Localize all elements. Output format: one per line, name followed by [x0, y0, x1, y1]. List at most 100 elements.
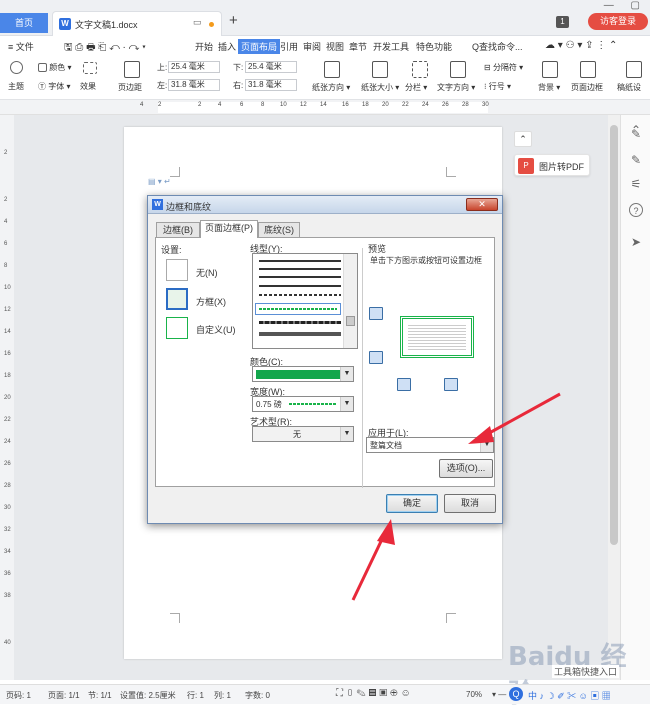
bottom-margin-input[interactable]: 25.4 毫米 [245, 61, 297, 73]
monitor-icon[interactable]: ▭ [193, 17, 202, 28]
scrollbar-thumb[interactable] [610, 125, 618, 545]
art-dropdown[interactable]: 无 ▼ [252, 426, 354, 442]
menu-insert[interactable]: 插入 [218, 40, 236, 53]
menu-special[interactable]: 特色功能 [416, 40, 452, 53]
page-border-button[interactable]: 页面边框 [571, 82, 603, 93]
line-style-item[interactable] [259, 294, 341, 296]
zoom-level[interactable]: 70% [466, 690, 482, 699]
effects-button[interactable]: 效果 [80, 81, 96, 92]
top-border-button[interactable] [369, 307, 383, 320]
menu-page-layout[interactable]: 页面布局 [238, 39, 281, 54]
paste-options-icon[interactable]: ▤ ▾ ↵ [148, 177, 171, 186]
document-tab[interactable]: W 文字文稿1.docx ▭ [52, 11, 222, 36]
line-style-item[interactable] [259, 285, 341, 287]
help-icon[interactable]: ? [629, 203, 643, 217]
quick-access-icons[interactable]: 🖫 ⎙ 🖶 ⎗ ↶ · ↷ ▾ [64, 40, 146, 57]
vertical-ruler[interactable]: 2 2 4 6 8 10 12 14 16 18 20 22 24 26 28 … [0, 115, 14, 680]
page-indicator[interactable]: 1 [556, 16, 569, 28]
horizontal-ruler[interactable]: 4 2 2 4 6 8 10 12 14 16 18 20 22 24 26 2… [0, 100, 650, 115]
new-tab-button[interactable]: + [229, 12, 238, 29]
breaks-button[interactable]: ⊟ 分隔符 ▾ [484, 62, 523, 73]
apply-to-dropdown[interactable]: 整篇文档 ▼ [366, 437, 494, 453]
restore-icon[interactable]: ▢ [631, 0, 640, 11]
effects-icon[interactable] [83, 62, 97, 74]
columns-button[interactable]: 分栏 ▾ [405, 82, 427, 93]
minimize-icon[interactable]: — [604, 0, 614, 11]
menu-review[interactable]: 审阅 [303, 40, 321, 53]
text-direction-button[interactable]: 文字方向 ▾ [437, 82, 475, 93]
page-border-icon[interactable] [580, 61, 596, 78]
options-button[interactable]: 选项(O)... [439, 459, 493, 478]
setting-custom-icon[interactable] [166, 317, 188, 339]
baidu-ime-icon[interactable]: Q [509, 687, 523, 701]
line-style-item[interactable] [259, 321, 341, 324]
view-mode-icons[interactable]: ⛶ ▯ ✎ ▤ ▣ ⊕ ☺ [336, 688, 411, 699]
tab-page-border[interactable]: 页面边框(P) [200, 220, 258, 238]
line-style-item[interactable] [259, 332, 341, 336]
pen-icon[interactable]: ✎ [629, 127, 643, 141]
file-menu[interactable]: ≡ 文件 [8, 40, 34, 53]
background-button[interactable]: 背景 ▾ [538, 82, 560, 93]
vertical-scrollbar[interactable] [608, 115, 620, 680]
line-numbers-button[interactable]: ⁝ 行号 ▾ [484, 81, 511, 92]
setting-custom-label[interactable]: 自定义(U) [196, 323, 236, 336]
line-style-item[interactable] [259, 268, 341, 270]
margins-icon[interactable] [124, 61, 140, 78]
theme-button[interactable]: 主题 [8, 81, 24, 92]
orientation-button[interactable]: 纸张方向 ▾ [312, 82, 350, 93]
cloud-share-icons[interactable]: ☁ ▾ ⚇ ▾ ⇪ ⋮ ⌃ [545, 40, 617, 51]
menu-references[interactable]: 引用 [280, 40, 298, 53]
theme-icon[interactable] [10, 61, 23, 74]
orientation-icon[interactable] [324, 61, 340, 78]
paper-grid-button[interactable]: 稿纸设 [617, 82, 641, 93]
fonts-button[interactable]: Ⓣ 字体 ▾ [38, 81, 70, 92]
colors-button[interactable]: 颜色 ▾ [38, 62, 71, 73]
visitor-login-button[interactable]: 访客登录 [588, 13, 648, 30]
line-style-item[interactable] [259, 260, 341, 262]
search-command[interactable]: Q查找命令... [472, 40, 523, 53]
line-style-scroll-thumb[interactable] [346, 316, 355, 326]
collapse-button[interactable]: ⌃ [514, 131, 532, 147]
adjust-icon[interactable]: ⚟ [629, 177, 643, 191]
paper-grid-icon[interactable] [626, 61, 642, 78]
cancel-button[interactable]: 取消 [444, 494, 496, 513]
line-style-item[interactable] [259, 276, 341, 278]
menu-developer[interactable]: 开发工具 [373, 40, 409, 53]
image-to-pdf-button[interactable]: P 图片转PDF [514, 154, 590, 176]
line-style-selected[interactable] [255, 303, 341, 315]
color-dropdown[interactable]: ▼ [252, 366, 354, 382]
setting-none-icon[interactable] [166, 259, 188, 281]
left-margin-input[interactable]: 31.8 毫米 [168, 79, 220, 91]
bottom-border-button[interactable] [369, 351, 383, 364]
dialog-close-button[interactable]: ✕ [466, 198, 498, 211]
dialog-title-bar[interactable]: W 边框和底纹 ✕ [148, 196, 502, 214]
home-tab[interactable]: 首页 [0, 13, 48, 33]
paper-size-icon[interactable] [372, 61, 388, 78]
ime-toolbar-icons[interactable]: 中 ♪ ☽ ✐ ✂ ☺ ▣ ▦ [528, 689, 611, 702]
columns-icon[interactable] [412, 61, 428, 78]
tab-shading[interactable]: 底纹(S) [258, 222, 300, 237]
top-margin-input[interactable]: 25.4 毫米 [168, 61, 220, 73]
setting-none-label[interactable]: 无(N) [196, 266, 218, 279]
cursor-icon[interactable]: ➤ [629, 235, 643, 249]
setting-box-label[interactable]: 方框(X) [196, 295, 226, 308]
zoom-out-icon[interactable]: ▾ — [492, 690, 506, 699]
border-preview[interactable] [400, 316, 474, 358]
right-border-button[interactable] [444, 378, 458, 391]
width-dropdown[interactable]: 0.75 磅 ▼ [252, 396, 354, 412]
setting-box-icon[interactable] [166, 288, 188, 310]
right-margin-input[interactable]: 31.8 毫米 [245, 79, 297, 91]
line-style-scrollbar[interactable] [343, 254, 357, 348]
line-style-list[interactable] [252, 253, 358, 349]
ok-button[interactable]: 确定 [386, 494, 438, 513]
menu-start[interactable]: 开始 [195, 40, 213, 53]
left-border-button[interactable] [397, 378, 411, 391]
status-words[interactable]: 字数: 0 [245, 690, 270, 701]
text-direction-icon[interactable] [450, 61, 466, 78]
margins-button[interactable]: 页边距 [118, 82, 142, 93]
paper-size-button[interactable]: 纸张大小 ▾ [361, 82, 399, 93]
toolbox-shortcut-label[interactable]: 工具箱快捷入口 [552, 665, 620, 678]
pen-icon-2[interactable]: ✎ [629, 153, 643, 167]
menu-view[interactable]: 视图 [326, 40, 344, 53]
tab-borders[interactable]: 边框(B) [156, 222, 200, 237]
